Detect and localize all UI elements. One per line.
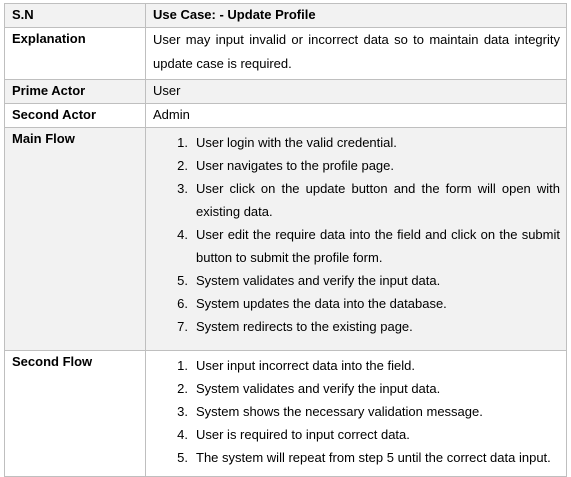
- explanation-label: Explanation: [4, 27, 146, 80]
- prime-actor-row: Prime Actor User: [4, 79, 567, 104]
- second-actor-label: Second Actor: [4, 103, 146, 128]
- use-case-title: Use Case: - Update Profile: [145, 3, 567, 28]
- second-flow-step-2: 2. System validates and verify the input …: [153, 377, 560, 400]
- explanation-line-2: update case is required.: [153, 56, 292, 71]
- main-flow-step-number: 7.: [177, 319, 188, 334]
- main-flow-step-7: 7. System redirects to the existing page.: [153, 315, 560, 338]
- second-flow-row: Second Flow 1. User input incorrect data …: [4, 350, 567, 477]
- main-flow-step-4: 4. User edit the require data into the fi…: [153, 223, 560, 269]
- main-flow-step-number: 1.: [177, 135, 188, 150]
- main-flow-step-number: 4.: [177, 227, 188, 242]
- main-flow-step-5: 5. System validates and verify the input …: [153, 269, 560, 292]
- main-flow-step-line: System validates and verify the input da…: [196, 273, 441, 288]
- second-flow-step-5: 5. The system will repeat from step 5 unt…: [153, 446, 560, 469]
- second-flow-step-text: System validates and verify the input da…: [196, 377, 560, 400]
- sn-label: S.N: [4, 3, 146, 28]
- main-flow-row: Main Flow 1. User login with the valid cr…: [4, 127, 567, 351]
- explanation-row: Explanation User may input invalid or in…: [4, 27, 567, 80]
- main-flow-step-line: existing data.: [196, 204, 273, 219]
- second-flow-value: 1. User input incorrect data into the fie…: [145, 350, 567, 477]
- second-actor-row: Second Actor Admin: [4, 103, 567, 128]
- main-flow-step-line: User click on the update button and the …: [196, 181, 560, 196]
- second-actor-value: Admin: [145, 103, 567, 128]
- main-flow-step-text: System updates the data into the databas…: [196, 292, 560, 315]
- main-flow-steps: 1. User login with the valid credential. 2…: [153, 131, 560, 338]
- explanation-line-1: User may input invalid or incorrect data…: [153, 32, 560, 47]
- main-flow-value: 1. User login with the valid credential. 2…: [145, 127, 567, 351]
- second-flow-step-text: The system will repeat from step 5 until…: [196, 446, 560, 469]
- second-flow-step-4: 4. User is required to input correct data…: [153, 423, 560, 446]
- second-flow-label: Second Flow: [4, 350, 146, 477]
- main-flow-step-line: System redirects to the existing page.: [196, 319, 413, 334]
- main-flow-step-1: 1. User login with the valid credential.: [153, 131, 560, 154]
- main-flow-step-number: 3.: [177, 181, 188, 196]
- main-flow-step-text: User login with the valid credential.: [196, 131, 560, 154]
- second-flow-step-line: System validates and verify the input da…: [196, 381, 441, 396]
- second-flow-step-line: User input incorrect data into the field…: [196, 358, 415, 373]
- second-flow-step-text: System shows the necessary validation me…: [196, 400, 560, 423]
- main-flow-step-text: System validates and verify the input da…: [196, 269, 560, 292]
- main-flow-step-line: User edit the require data into the fiel…: [196, 227, 560, 242]
- use-case-table: S.N Use Case: - Update Profile Explanati…: [4, 3, 567, 477]
- second-flow-step-line: User is required to input correct data.: [196, 427, 410, 442]
- main-flow-step-3: 3. User click on the update button and th…: [153, 177, 560, 223]
- second-flow-step-1: 1. User input incorrect data into the fie…: [153, 354, 560, 377]
- second-flow-steps: 1. User input incorrect data into the fie…: [153, 354, 560, 469]
- main-flow-step-2: 2. User navigates to the profile page.: [153, 154, 560, 177]
- second-flow-step-number: 1.: [177, 358, 188, 373]
- second-flow-step-text: User input incorrect data into the field…: [196, 354, 560, 377]
- second-flow-step-line: System shows the necessary validation me…: [196, 404, 483, 419]
- main-flow-step-text: User edit the require data into the fiel…: [196, 223, 560, 269]
- main-flow-step-line: User navigates to the profile page.: [196, 158, 395, 173]
- main-flow-step-number: 2.: [177, 158, 188, 173]
- prime-actor-label: Prime Actor: [4, 79, 146, 104]
- main-flow-step-number: 6.: [177, 296, 188, 311]
- second-flow-step-3: 3. System shows the necessary validation …: [153, 400, 560, 423]
- explanation-value: User may input invalid or incorrect data…: [145, 27, 567, 80]
- second-flow-step-number: 4.: [177, 427, 188, 442]
- main-flow-step-line: button to submit the profile form.: [196, 250, 383, 265]
- main-flow-step-text: User click on the update button and the …: [196, 177, 560, 223]
- main-flow-step-line: System updates the data into the databas…: [196, 296, 447, 311]
- main-flow-step-text: User navigates to the profile page.: [196, 154, 560, 177]
- prime-actor-value: User: [145, 79, 567, 104]
- second-flow-step-line: The system will repeat from step 5 until…: [196, 450, 551, 465]
- second-flow-step-number: 5.: [177, 450, 188, 465]
- main-flow-label: Main Flow: [4, 127, 146, 351]
- main-flow-step-line: User login with the valid credential.: [196, 135, 397, 150]
- header-row: S.N Use Case: - Update Profile: [4, 3, 567, 28]
- main-flow-step-text: System redirects to the existing page.: [196, 315, 560, 338]
- second-flow-step-text: User is required to input correct data.: [196, 423, 560, 446]
- main-flow-step-number: 5.: [177, 273, 188, 288]
- second-flow-step-number: 3.: [177, 404, 188, 419]
- second-flow-step-number: 2.: [177, 381, 188, 396]
- main-flow-step-6: 6. System updates the data into the datab…: [153, 292, 560, 315]
